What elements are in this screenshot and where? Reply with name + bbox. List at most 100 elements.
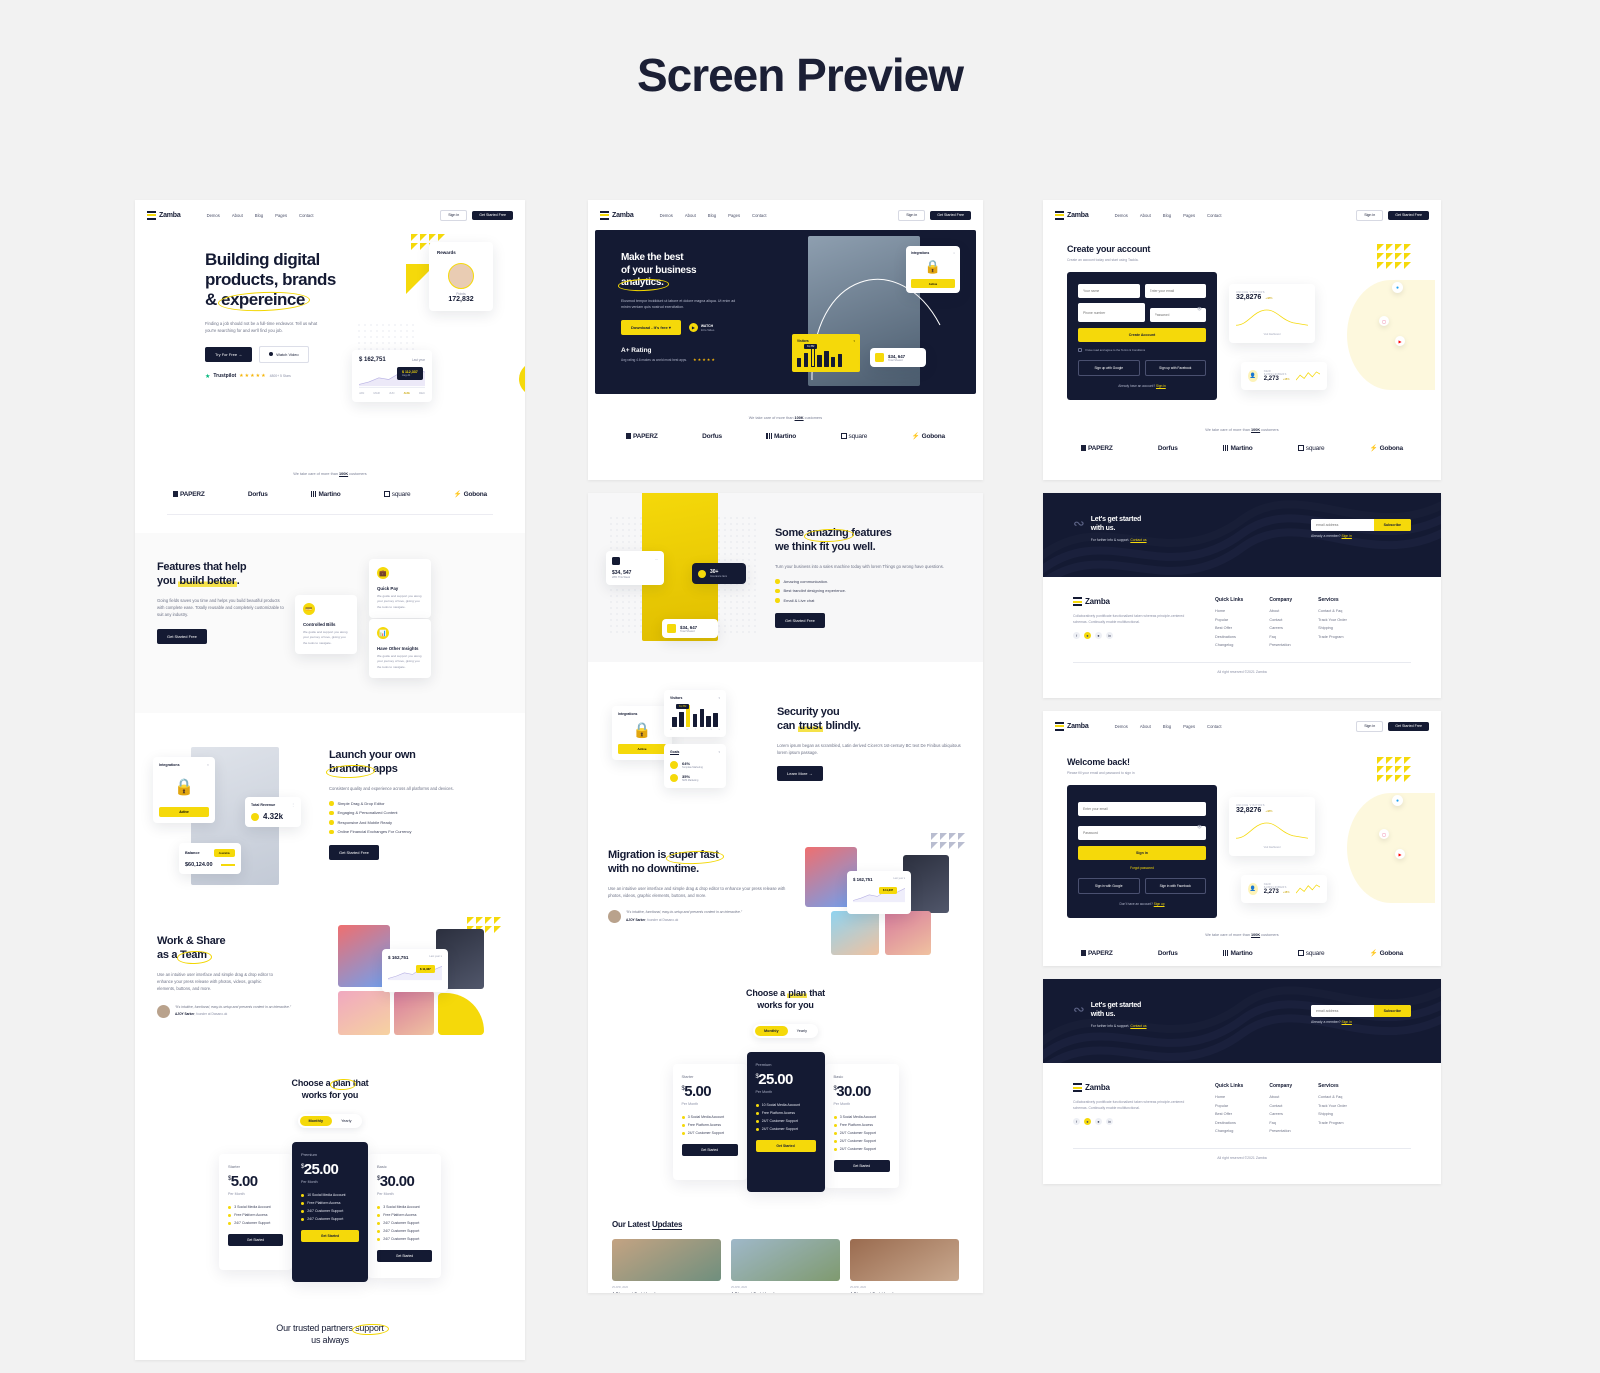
feature-card-insights[interactable]: 📊 Have Other Insights We guide and suppo… xyxy=(369,619,431,678)
footer-logo[interactable]: Zamba xyxy=(1073,597,1189,606)
footer-link[interactable]: Changelog xyxy=(1215,1129,1243,1133)
cta-contact-link[interactable]: Contact us xyxy=(1130,1024,1146,1028)
signin-button[interactable]: Sign in xyxy=(898,209,926,221)
nav-item-contact[interactable]: Contact xyxy=(299,213,313,218)
cta-contact-link[interactable]: Contact us xyxy=(1130,538,1146,542)
signin-button[interactable]: Sign in xyxy=(1356,209,1384,221)
eye-icon[interactable]: 👁 xyxy=(1197,824,1202,829)
footer-link[interactable]: Destinations xyxy=(1215,635,1243,639)
terms-checkbox[interactable] xyxy=(1078,348,1082,352)
logo[interactable]: Zamba xyxy=(1055,721,1089,731)
plan-card-premium[interactable]: Premium $25.00 Per Month 10 Social Media… xyxy=(746,1052,825,1193)
footer-link[interactable]: Track Your Order xyxy=(1318,1104,1347,1108)
facebook-icon[interactable]: f xyxy=(1073,632,1080,640)
signin-alt-link[interactable]: Sign up xyxy=(1154,902,1165,906)
screen-analytics[interactable]: Zamba Demos About Blog Pages Contact Sig… xyxy=(588,200,983,480)
branded-apps-cta[interactable]: Get Started Free xyxy=(329,844,379,860)
plan-card-starter[interactable]: Starter $5.00 Per Month 3 Social Media A… xyxy=(672,1064,747,1181)
screen-signin[interactable]: Zamba Demos About Blog Pages Contact Sig… xyxy=(1043,711,1441,966)
plan-card-premium[interactable]: Premium $25.00 Per Month 10 Social Media… xyxy=(292,1142,368,1283)
watch-video-button[interactable]: Watch Video xyxy=(259,345,309,363)
google-signup-button[interactable]: Sign up with Google xyxy=(1078,360,1140,376)
close-icon[interactable]: × xyxy=(207,763,209,767)
nav-item-demos[interactable]: Demos xyxy=(1115,213,1128,218)
nav-item-pages[interactable]: Pages xyxy=(1183,724,1195,729)
phone-field[interactable] xyxy=(1078,303,1145,322)
facebook-icon[interactable]: f xyxy=(1073,1118,1080,1126)
footer-link[interactable]: About xyxy=(1269,609,1292,613)
newsletter-email-input[interactable] xyxy=(1311,518,1374,531)
footer-link[interactable]: Careers xyxy=(1269,626,1292,630)
security-cta[interactable]: Learn More → xyxy=(777,766,823,782)
nav-item-blog[interactable]: Blog xyxy=(708,213,716,218)
nav-item-pages[interactable]: Pages xyxy=(728,213,740,218)
linkedin-icon[interactable]: in xyxy=(1106,632,1113,640)
footer-link[interactable]: Home xyxy=(1215,609,1243,613)
watch-intro-button[interactable]: ▶ WATCH Intro Video xyxy=(688,323,714,333)
logo[interactable]: Zamba xyxy=(147,210,181,220)
integrations-active-button[interactable]: Active xyxy=(618,744,666,754)
logo[interactable]: Zamba xyxy=(1055,210,1089,220)
footer-link[interactable]: Contact & Faq xyxy=(1318,609,1347,613)
plan-card-basic[interactable]: Basic $30.00 Per Month 3 Social Media Ac… xyxy=(368,1154,441,1279)
screen-features-long[interactable]: — $34, 547 28% This Week 30+ Insurance I… xyxy=(588,493,983,1293)
toggle-monthly[interactable]: Monthly xyxy=(755,1026,788,1037)
nav-item-pages[interactable]: Pages xyxy=(1183,213,1195,218)
integrations-active-button[interactable]: Active xyxy=(159,807,209,817)
footer-link[interactable]: Shipping xyxy=(1318,626,1347,630)
nav-item-about[interactable]: About xyxy=(232,213,243,218)
get-started-button[interactable]: Get Started Free xyxy=(472,210,513,220)
post-card[interactable]: 25 APR, 2020 A Discount Cartridge dsu Is… xyxy=(731,1239,840,1293)
toggle-yearly[interactable]: Yearly xyxy=(788,1026,816,1036)
subscribe-button[interactable]: Subscribe xyxy=(1373,518,1411,531)
nav-item-about[interactable]: About xyxy=(1140,724,1151,729)
nav-item-contact[interactable]: Contact xyxy=(1207,724,1221,729)
footer-link[interactable]: Popular xyxy=(1215,618,1243,622)
name-field[interactable] xyxy=(1078,284,1140,298)
google-signin-button[interactable]: Sign in with Google xyxy=(1078,878,1140,894)
footer-link[interactable]: Best Offer xyxy=(1215,1112,1243,1116)
nav-item-contact[interactable]: Contact xyxy=(752,213,766,218)
plan-card-basic[interactable]: Basic $30.00 Per Month 3 Social Media Ac… xyxy=(824,1064,899,1189)
toggle-monthly[interactable]: Monthly xyxy=(299,1116,333,1127)
billing-toggle[interactable]: Monthly Yearly xyxy=(297,1114,363,1129)
signup-alt-link[interactable]: Sign in xyxy=(1156,384,1166,388)
balance-badge[interactable]: Available xyxy=(213,849,235,857)
footer-link[interactable]: Presentation xyxy=(1269,1129,1292,1133)
footer-link[interactable]: Faq xyxy=(1269,1121,1292,1125)
nav-item-demos[interactable]: Demos xyxy=(660,213,673,218)
eye-icon[interactable]: 👁 xyxy=(1197,306,1202,311)
facebook-signin-button[interactable]: Sign in with Facebook xyxy=(1144,878,1206,894)
subscribe-button[interactable]: Subscribe xyxy=(1373,1004,1411,1017)
footer-link[interactable]: Contact & Faq xyxy=(1318,1095,1347,1099)
footer-link[interactable]: Contact xyxy=(1269,618,1292,622)
signin-email-field[interactable] xyxy=(1078,802,1206,816)
plan-cta-starter[interactable]: Get Started xyxy=(681,1144,738,1157)
already-link[interactable]: Sign in xyxy=(1342,1020,1352,1024)
close-icon[interactable]: × xyxy=(953,251,955,255)
dribbble-icon[interactable]: ● xyxy=(1095,1118,1102,1126)
plan-cta-premium[interactable]: Get Started xyxy=(755,1140,816,1153)
nav-item-about[interactable]: About xyxy=(685,213,696,218)
get-started-button[interactable]: Get Started Free xyxy=(1388,721,1429,731)
try-for-free-button[interactable]: Try For Free → xyxy=(205,346,253,362)
integrations-active-button[interactable]: Active xyxy=(911,279,955,288)
nav-item-about[interactable]: About xyxy=(1140,213,1151,218)
nav-item-blog[interactable]: Blog xyxy=(1163,213,1171,218)
screen-signup[interactable]: Zamba Demos About Blog Pages Contact Sig… xyxy=(1043,200,1441,480)
footer-link[interactable]: Presentation xyxy=(1269,643,1292,647)
twitter-icon[interactable]: ● xyxy=(1084,632,1091,640)
logo[interactable]: Zamba xyxy=(600,210,634,220)
footer-link[interactable]: Track Your Order xyxy=(1318,618,1347,622)
twitter-icon[interactable]: ● xyxy=(1084,1118,1091,1126)
amazing-cta[interactable]: Get Started Free xyxy=(775,613,825,629)
email-field[interactable] xyxy=(1144,284,1206,298)
feature-card-quick-pay[interactable]: 💼 Quick Pay We guide and support you alo… xyxy=(369,559,431,618)
forgot-password-link[interactable]: Forgot password xyxy=(1078,866,1206,870)
footer-link[interactable]: Shipping xyxy=(1318,1112,1347,1116)
more-icon[interactable]: ⋮ xyxy=(291,803,295,807)
revenue-range[interactable]: Last year xyxy=(412,358,425,362)
plan-cta-starter[interactable]: Get Started xyxy=(228,1234,283,1247)
footer-link[interactable]: Contact xyxy=(1269,1104,1292,1108)
plan-cta-basic[interactable]: Get Started xyxy=(833,1160,890,1173)
